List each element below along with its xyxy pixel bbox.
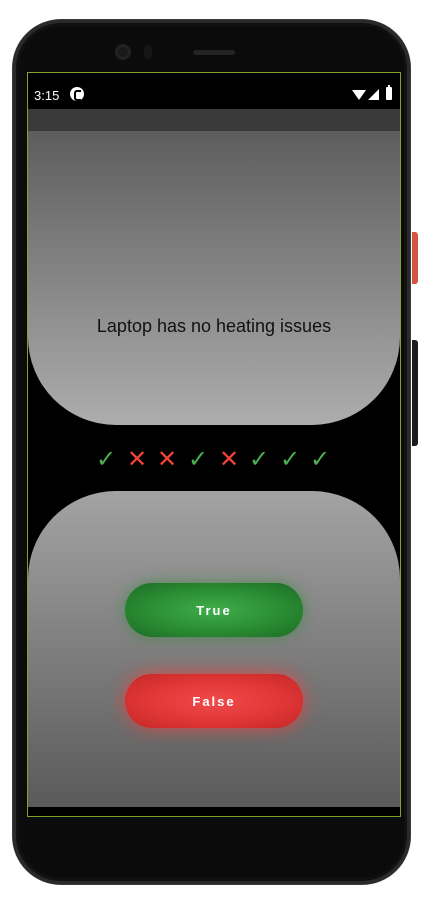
cross-icon: ✕ <box>218 446 240 473</box>
question-text: Laptop has no heating issues <box>96 316 332 336</box>
check-icon: ✓ <box>309 446 331 473</box>
earpiece-speaker <box>193 50 235 55</box>
question-card: Laptop has no heating issues <box>28 131 400 425</box>
proximity-sensor <box>144 45 152 59</box>
navigation-bar <box>28 809 400 816</box>
cross-icon: ✕ <box>126 446 148 473</box>
check-icon: ✓ <box>187 446 209 473</box>
power-button <box>412 232 418 284</box>
wifi-icon <box>352 90 366 100</box>
volume-button <box>412 340 418 446</box>
app-notification-icon <box>70 87 84 101</box>
check-icon: ✓ <box>248 446 270 473</box>
status-bar: 3:15 <box>28 73 400 109</box>
battery-icon <box>386 85 392 100</box>
signal-icon <box>368 89 379 100</box>
check-icon: ✓ <box>279 446 301 473</box>
true-button[interactable]: True <box>125 583 303 637</box>
score-keeper: ✓ ✕ ✕ ✓ ✕ ✓ ✓ ✓ <box>28 447 400 473</box>
answer-card <box>28 491 400 807</box>
cross-icon: ✕ <box>156 446 178 473</box>
status-time: 3:15 <box>34 88 60 103</box>
front-camera <box>115 44 131 60</box>
app-bar <box>28 109 400 131</box>
check-icon: ✓ <box>95 446 117 473</box>
screen: 3:15 Laptop has no heating issues ✓ ✕ ✕ … <box>27 72 401 817</box>
false-button[interactable]: False <box>125 674 303 728</box>
